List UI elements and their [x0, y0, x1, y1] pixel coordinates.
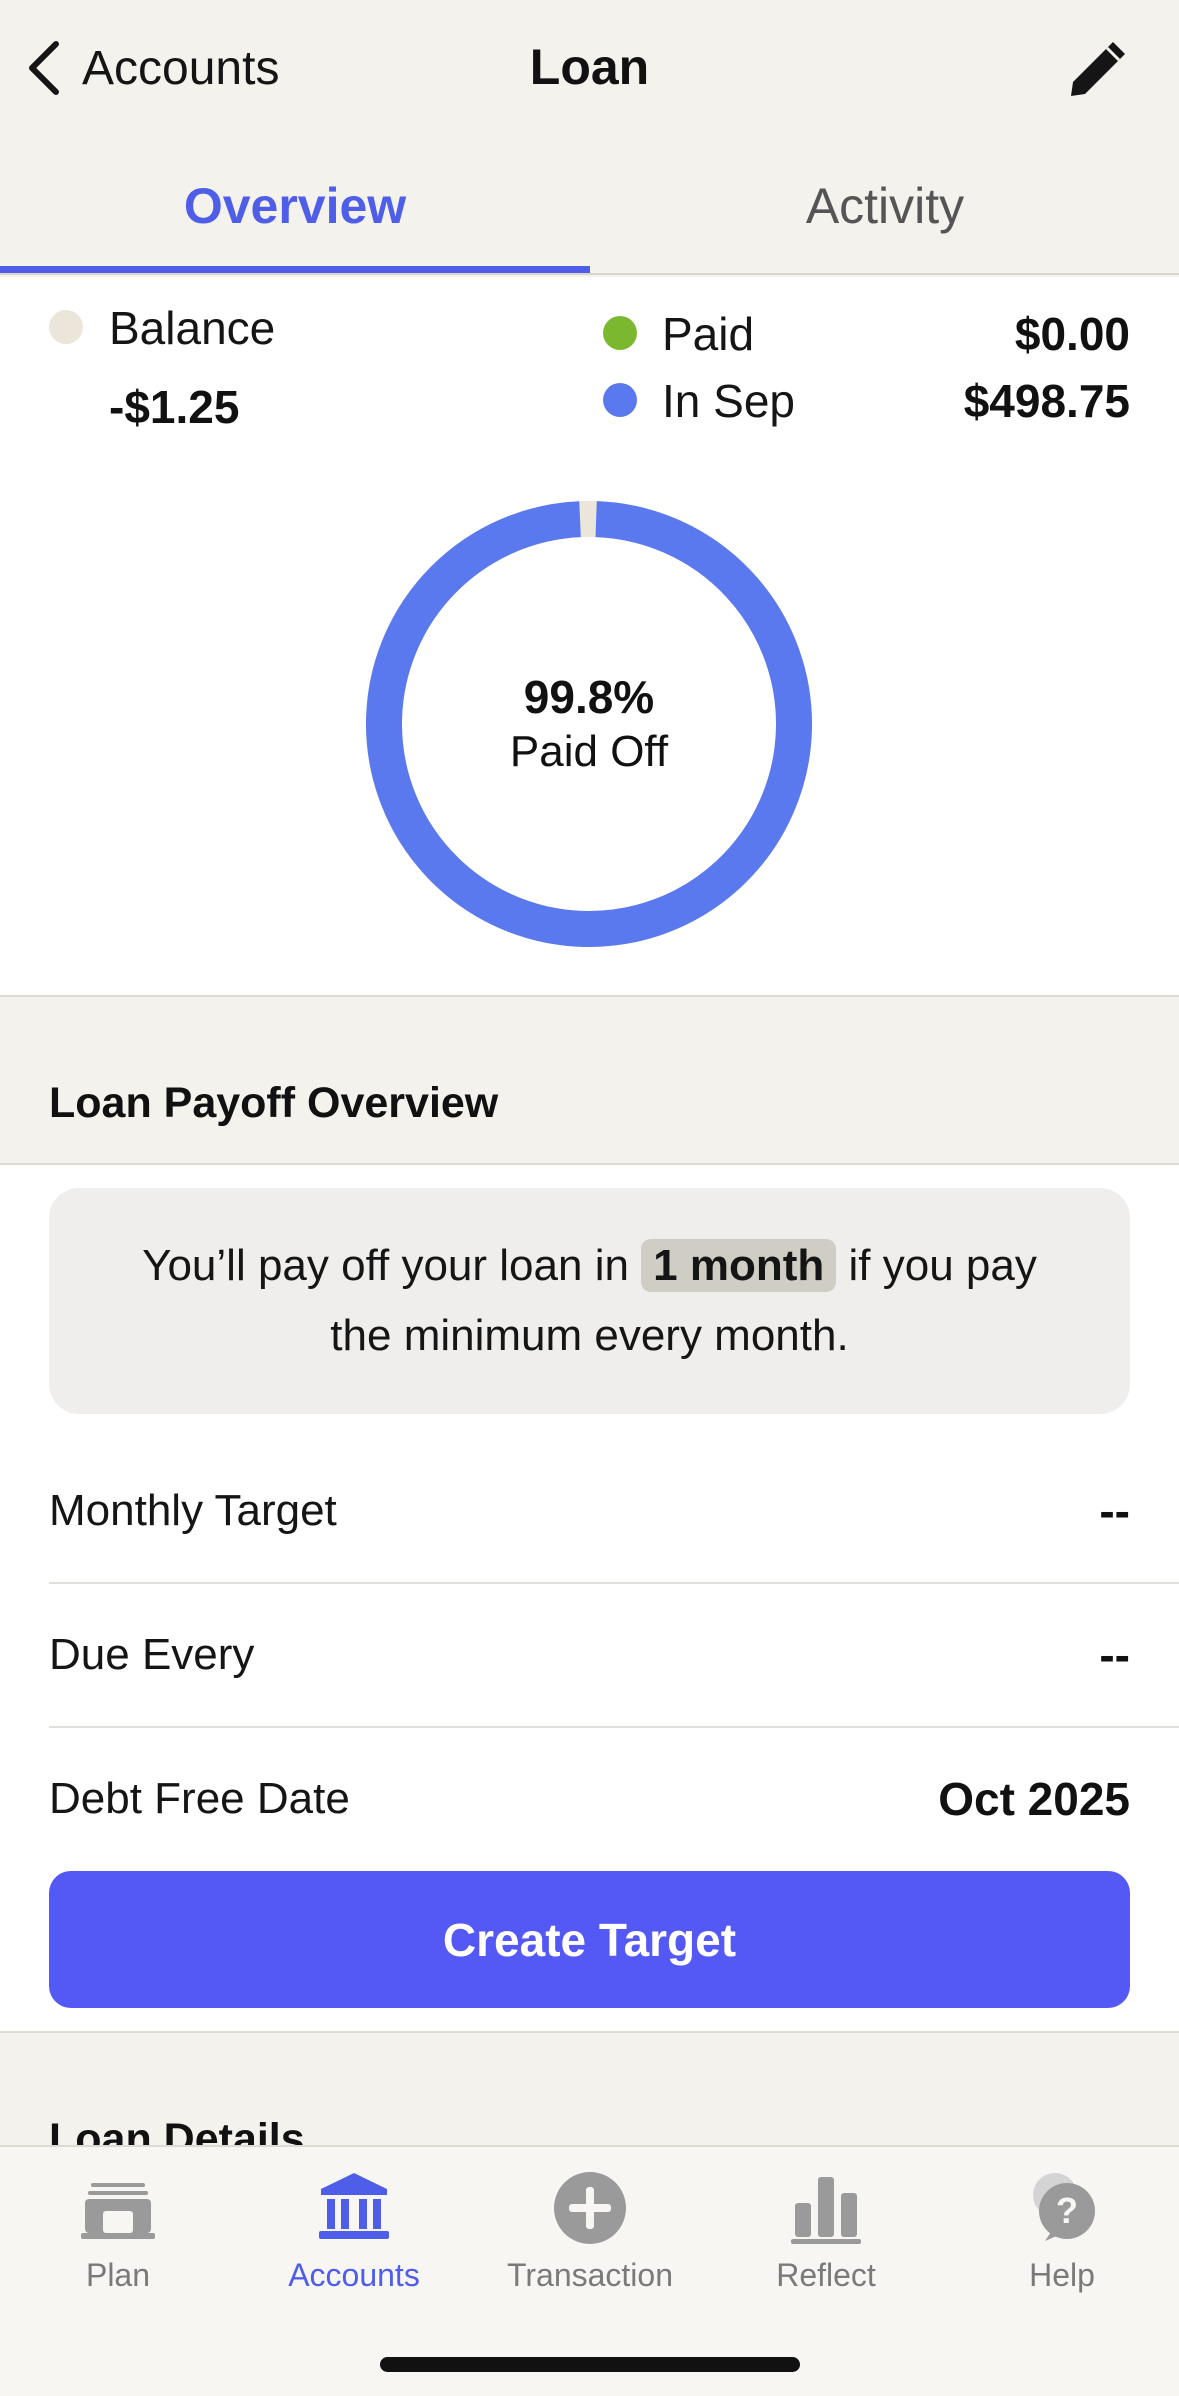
payoff-section-title: Loan Payoff Overview	[49, 1079, 499, 1127]
navigation-bar: Accounts Loan	[0, 0, 1179, 137]
loan-summary: Balance -$1.25 Paid $0.00 In Sep $498.75…	[0, 277, 1179, 995]
callout-text-before: You’ll pay off your loan in	[142, 1241, 629, 1290]
home-indicator	[380, 2357, 800, 2372]
tabbar-item-plan[interactable]: Plan	[0, 2147, 236, 2307]
tabbar-item-reflect[interactable]: Reflect	[708, 2147, 944, 2307]
create-target-button[interactable]: Create Target	[49, 1871, 1130, 2008]
tabbar-label: Plan	[85, 2257, 151, 2293]
row-label: Monthly Target	[49, 1486, 337, 1535]
row-label: Debt Free Date	[49, 1774, 350, 1823]
tabbar-item-help[interactable]: ? Help	[944, 2147, 1179, 2307]
row-label: Due Every	[49, 1630, 255, 1679]
plan-icon	[81, 2183, 155, 2239]
tabbar-item-accounts[interactable]: Accounts	[236, 2147, 472, 2307]
svg-text:?: ?	[1056, 2190, 1078, 2231]
payoff-callout: You’ll pay off your loan in 1 month if y…	[49, 1188, 1130, 1414]
row-value: --	[1099, 1629, 1130, 1681]
percent-paid: 99.8%	[523, 671, 655, 723]
row-value: --	[1099, 1485, 1130, 1537]
page-title: Loan	[529, 39, 650, 95]
in-month-value: $498.75	[963, 375, 1130, 427]
balance-label: Balance	[109, 302, 276, 354]
segment-tabs: Overview Activity	[0, 137, 1179, 277]
paid-off-label: Paid Off	[509, 727, 669, 776]
payoff-callout-text: You’ll pay off your loan in 1 month if y…	[109, 1231, 1070, 1371]
tab-overview[interactable]: Overview	[0, 137, 590, 277]
balance-legend-dot	[49, 310, 83, 344]
in-month-label: In Sep	[662, 375, 795, 427]
donut-center-text: 99.8% Paid Off	[364, 499, 814, 949]
paid-value: $0.00	[1014, 308, 1130, 360]
plus-circle-icon	[554, 2172, 626, 2244]
payoff-donut-chart: 99.8% Paid Off	[364, 499, 814, 949]
row-value: Oct 2025	[938, 1773, 1130, 1825]
top-header: Accounts Loan Overview Activity	[0, 0, 1179, 277]
in-month-legend-dot	[603, 383, 637, 417]
paid-label: Paid	[662, 308, 755, 360]
debt-free-date-row: Debt Free Date Oct 2025	[49, 1727, 1130, 1871]
paid-legend-dot	[603, 316, 637, 350]
monthly-target-row: Monthly Target --	[49, 1439, 1130, 1583]
balance-value: -$1.25	[109, 381, 240, 433]
active-tab-indicator	[0, 266, 590, 273]
loan-details-section-header: Loan Details	[0, 2031, 1179, 2151]
tabbar-label: Transaction	[507, 2257, 673, 2293]
bank-icon	[319, 2173, 389, 2239]
payoff-duration-badge: 1 month	[641, 1239, 837, 1292]
tabbar-label: Reflect	[776, 2257, 876, 2293]
pencil-icon[interactable]	[1063, 32, 1135, 104]
tabs-divider	[0, 273, 1179, 275]
tabbar-item-transaction[interactable]: Transaction	[472, 2147, 708, 2307]
tab-activity[interactable]: Activity	[590, 137, 1179, 277]
tabbar-label: Accounts	[288, 2257, 420, 2293]
payoff-section-header: Loan Payoff Overview	[0, 995, 1179, 1165]
bar-chart-icon	[791, 2177, 861, 2244]
tabbar-label: Help	[1029, 2257, 1095, 2293]
due-every-row: Due Every --	[49, 1583, 1130, 1727]
help-icon: ?	[1033, 2173, 1095, 2241]
